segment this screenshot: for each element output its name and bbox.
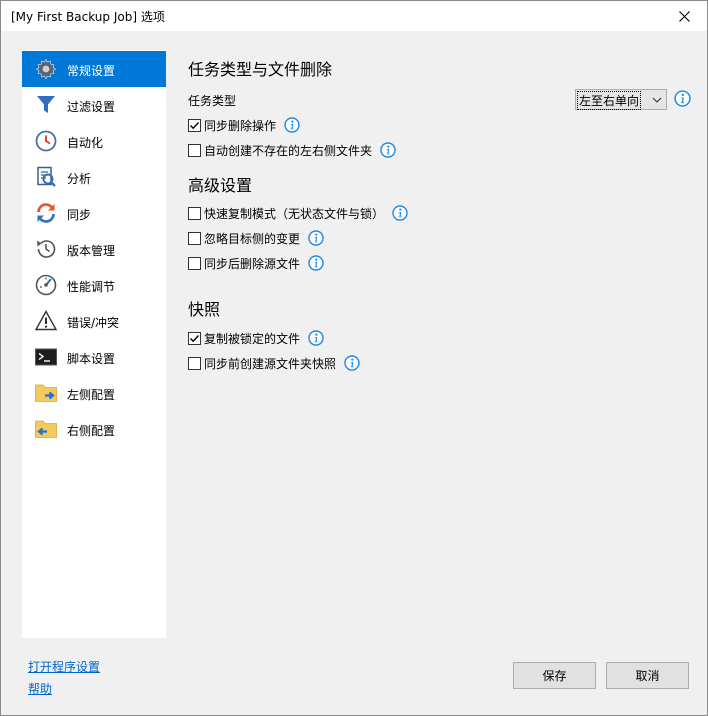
gauge-icon — [34, 273, 58, 297]
check-icon — [189, 120, 200, 131]
task-type-label: 任务类型 — [188, 94, 237, 108]
checkbox-label[interactable]: 快速复制模式（无状态文件与锁） — [204, 205, 384, 222]
info-icon[interactable] — [308, 255, 324, 271]
info-icon[interactable] — [284, 117, 300, 133]
sync-icon — [34, 201, 58, 225]
checkbox-label[interactable]: 同步后删除源文件 — [204, 255, 300, 272]
folder-right-arrow-icon — [34, 381, 58, 405]
sidebar-item-scripts[interactable]: 脚本设置 — [22, 339, 166, 375]
sidebar-item-label: 同步 — [67, 208, 92, 222]
options-dialog: [My First Backup Job] 选项 常规设置 过滤设置 自动化 分… — [0, 0, 708, 716]
option-ignore-target-changes[interactable]: 忽略目标侧的变更 — [188, 230, 324, 246]
clock-icon — [34, 129, 58, 153]
chevron-down-icon — [652, 97, 662, 103]
checkbox[interactable] — [188, 118, 201, 132]
warning-icon — [34, 309, 58, 333]
checkbox-label[interactable]: 同步删除操作 — [204, 117, 276, 134]
checkbox-label[interactable]: 忽略目标侧的变更 — [204, 230, 300, 247]
sidebar-item-label: 版本管理 — [67, 244, 116, 258]
checkbox[interactable] — [188, 231, 201, 245]
info-icon[interactable] — [344, 355, 360, 371]
checkbox[interactable] — [188, 331, 201, 345]
option-fast-copy-mode[interactable]: 快速复制模式（无状态文件与锁） — [188, 205, 408, 221]
checkbox-label[interactable]: 自动创建不存在的左右侧文件夹 — [204, 142, 372, 159]
help-link[interactable]: 帮助 — [28, 680, 52, 697]
save-button[interactable]: 保存 — [513, 662, 596, 689]
cancel-button[interactable]: 取消 — [606, 662, 689, 689]
sidebar-item-label: 脚本设置 — [67, 352, 116, 366]
sidebar-item-right-config[interactable]: 右侧配置 — [22, 411, 166, 447]
folder-left-arrow-icon — [34, 417, 58, 441]
section-title-advanced: 高级设置 — [188, 176, 253, 195]
sidebar-item-errors[interactable]: 错误/冲突 — [22, 303, 166, 339]
sidebar-item-left-config[interactable]: 左侧配置 — [22, 375, 166, 411]
sidebar-item-versioning[interactable]: 版本管理 — [22, 231, 166, 267]
option-delete-source-after-sync[interactable]: 同步后删除源文件 — [188, 255, 324, 271]
task-type-select[interactable]: 左至右单向 — [575, 89, 667, 110]
window-title: [My First Backup Job] 选项 — [11, 10, 165, 24]
open-program-settings-link[interactable]: 打开程序设置 — [28, 658, 100, 675]
info-icon[interactable] — [392, 205, 408, 221]
sidebar-item-label: 常规设置 — [67, 64, 116, 78]
sidebar-item-label: 过滤设置 — [67, 100, 116, 114]
close-icon — [678, 10, 690, 22]
checkbox-label[interactable]: 同步前创建源文件夹快照 — [204, 355, 336, 372]
sidebar-item-performance[interactable]: 性能调节 — [22, 267, 166, 303]
filter-icon — [34, 93, 58, 117]
checkbox-label[interactable]: 复制被锁定的文件 — [204, 330, 300, 347]
section-title-task-type: 任务类型与文件删除 — [188, 60, 333, 79]
sidebar: 常规设置 过滤设置 自动化 分析 同步 版本管理 性能调节 错误/冲突 脚本设置… — [22, 50, 166, 638]
section-title-snapshot: 快照 — [188, 300, 221, 319]
sidebar-item-label: 右侧配置 — [67, 424, 116, 438]
option-create-source-snapshot[interactable]: 同步前创建源文件夹快照 — [188, 355, 360, 371]
info-icon[interactable] — [308, 330, 324, 346]
sidebar-item-label: 性能调节 — [67, 280, 116, 294]
info-icon[interactable] — [380, 142, 396, 158]
sidebar-item-label: 分析 — [67, 172, 92, 186]
sidebar-item-label: 错误/冲突 — [67, 316, 120, 330]
analyze-icon — [34, 165, 58, 189]
info-icon[interactable] — [674, 90, 691, 107]
close-button[interactable] — [661, 1, 707, 31]
sidebar-item-analysis[interactable]: 分析 — [22, 159, 166, 195]
option-sync-deletion[interactable]: 同步删除操作 — [188, 117, 300, 133]
sidebar-item-automation[interactable]: 自动化 — [22, 123, 166, 159]
info-icon[interactable] — [308, 230, 324, 246]
sidebar-item-sync[interactable]: 同步 — [22, 195, 166, 231]
sidebar-item-general[interactable]: 常规设置 — [22, 51, 166, 87]
checkbox[interactable] — [188, 143, 201, 157]
terminal-icon — [34, 345, 58, 369]
task-type-value: 左至右单向 — [576, 91, 642, 110]
sidebar-item-filter[interactable]: 过滤设置 — [22, 87, 166, 123]
history-icon — [34, 237, 58, 261]
checkbox[interactable] — [188, 206, 201, 220]
check-icon — [189, 333, 200, 344]
checkbox[interactable] — [188, 356, 201, 370]
sidebar-item-label: 左侧配置 — [67, 388, 116, 402]
gear-icon — [34, 57, 58, 81]
title-bar: [My First Backup Job] 选项 — [1, 1, 707, 31]
option-auto-create-folders[interactable]: 自动创建不存在的左右侧文件夹 — [188, 142, 396, 158]
checkbox[interactable] — [188, 256, 201, 270]
sidebar-item-label: 自动化 — [67, 136, 104, 150]
option-copy-locked-files[interactable]: 复制被锁定的文件 — [188, 330, 324, 346]
